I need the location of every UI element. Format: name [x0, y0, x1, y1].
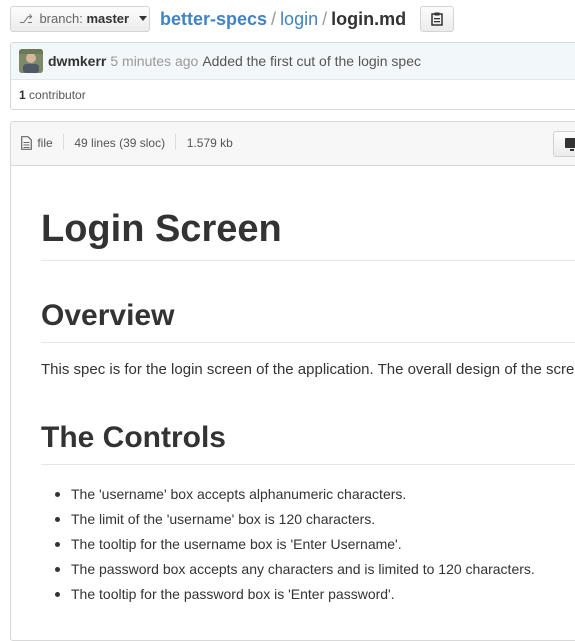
- commit-message-link[interactable]: Added the first cut of the login spec: [202, 53, 421, 69]
- list-item: The password box accepts any characters …: [41, 557, 535, 582]
- divider: [175, 134, 177, 150]
- list-item: The 'username' box accepts alphanumeric …: [41, 482, 535, 507]
- controls-heading: The Controls: [41, 421, 226, 454]
- overview-paragraph: This spec is for the login screen of the…: [41, 361, 575, 378]
- breadcrumb-separator: /: [322, 9, 328, 29]
- file-viewer: file 49 lines (39 sloc) 1.579 kb Login S…: [10, 121, 575, 641]
- contributors-count: 1: [19, 88, 26, 102]
- file-size: 1.579 kb: [186, 136, 233, 150]
- list-item-text: The password box accepts any characters …: [71, 561, 535, 577]
- breadcrumb-repo-link[interactable]: better-specs: [160, 9, 267, 29]
- commit-summary-box: dwmkerr 5 minutes ago Added the first cut …: [10, 42, 575, 110]
- commit-author-link[interactable]: dwmkerr: [48, 53, 106, 69]
- clipboard-icon: [431, 12, 443, 26]
- list-item: The tooltip for the username box is 'Ent…: [41, 532, 535, 557]
- branch-selector-button[interactable]: ⎇ branch: master: [10, 6, 150, 32]
- file-line-count: 49 lines (39 sloc): [74, 136, 166, 150]
- desktop-icon-stand: [570, 149, 574, 151]
- breadcrumb-file-name: login.md: [331, 9, 407, 29]
- file-icon: [21, 136, 32, 150]
- overview-heading: Overview: [41, 299, 175, 332]
- bullet: [55, 542, 60, 547]
- commit-time: 5 minutes ago: [110, 53, 199, 69]
- chevron-down-icon: [138, 16, 147, 21]
- bullet: [55, 492, 60, 497]
- heading-rule: [41, 342, 575, 343]
- copy-path-button[interactable]: [420, 6, 454, 32]
- branch-prefix: branch:: [39, 11, 83, 26]
- list-item-text: The 'username' box accepts alphanumeric …: [71, 486, 407, 502]
- desktop-icon: [565, 138, 575, 148]
- controls-list: The 'username' box accepts alphanumeric …: [41, 482, 535, 607]
- file-label: file: [37, 136, 53, 150]
- avatar[interactable]: [19, 49, 43, 73]
- contributors-row[interactable]: 1 contributor: [11, 80, 575, 109]
- branch-icon: ⎇: [19, 12, 33, 26]
- bullet: [55, 517, 60, 522]
- heading-rule: [41, 260, 575, 261]
- list-item-text: The tooltip for the password box is 'Ent…: [71, 586, 395, 602]
- list-item: The limit of the 'username' box is 120 c…: [41, 507, 535, 532]
- bullet: [55, 592, 60, 597]
- breadcrumb: better-specs / login / login.md: [160, 7, 406, 31]
- file-header: file 49 lines (39 sloc) 1.579 kb: [11, 122, 575, 166]
- divider: [63, 134, 65, 150]
- list-item-text: The limit of the 'username' box is 120 c…: [71, 511, 376, 527]
- commit-info-bar: dwmkerr 5 minutes ago Added the first cut …: [11, 43, 575, 80]
- breadcrumb-separator: /: [271, 9, 277, 29]
- bullet: [55, 567, 60, 572]
- list-item-text: The tooltip for the username box is 'Ent…: [71, 536, 402, 552]
- heading-rule: [41, 464, 575, 465]
- breadcrumb-folder-link[interactable]: login: [280, 9, 318, 29]
- contributors-label: contributor: [29, 88, 86, 102]
- list-item: The tooltip for the password box is 'Ent…: [41, 582, 535, 607]
- page-title: Login Screen: [41, 208, 282, 250]
- open-desktop-button[interactable]: [553, 131, 575, 157]
- branch-name: master: [86, 11, 130, 26]
